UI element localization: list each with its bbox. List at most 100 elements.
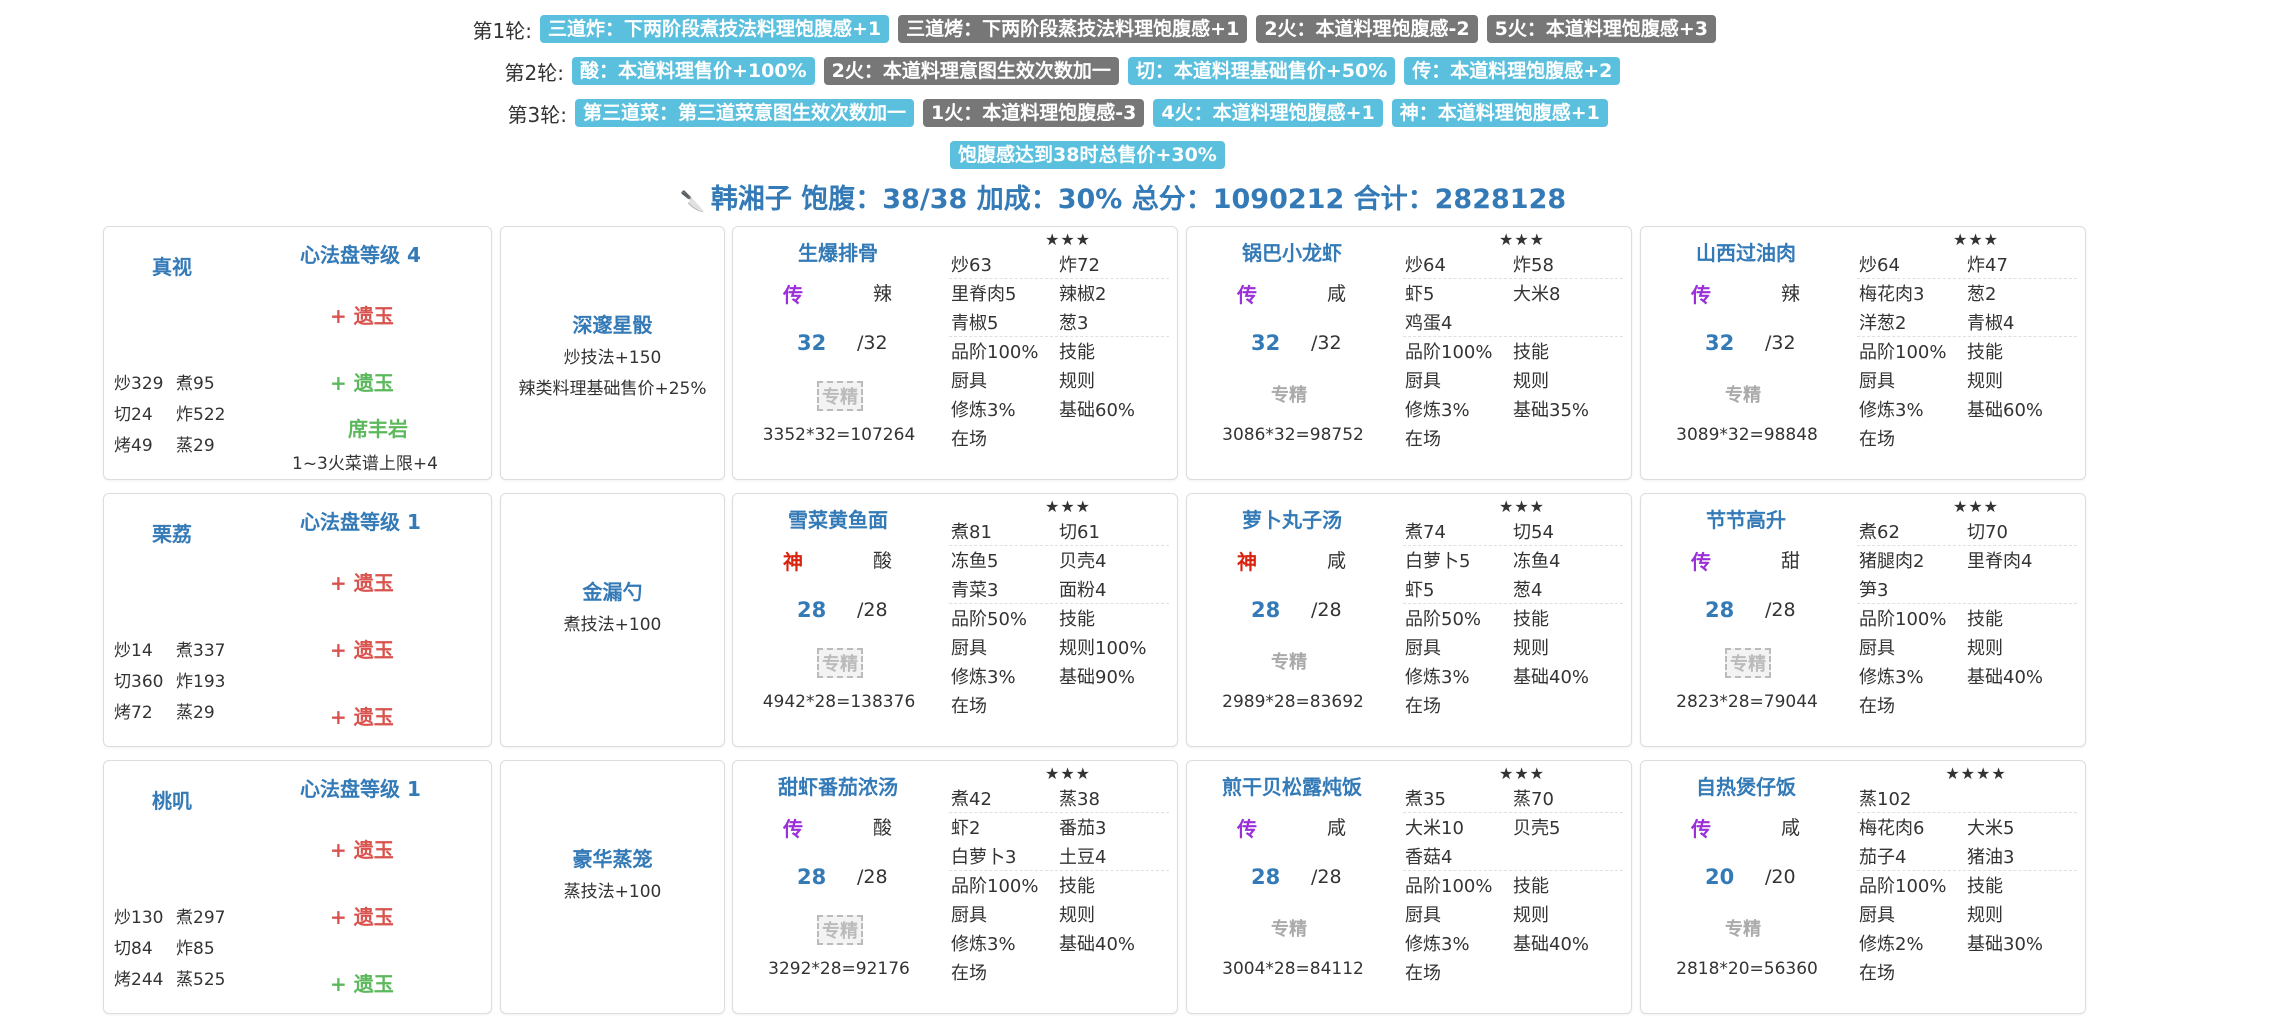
divider <box>1403 278 1623 279</box>
recipe-detail: 青菜3 <box>951 580 999 601</box>
recipe-detail: 葱3 <box>1059 313 1089 334</box>
equip-name[interactable]: 豪华蒸笼 <box>501 843 724 872</box>
specialty-toggle[interactable]: 专精 <box>817 648 863 678</box>
recipe-name[interactable]: 雪菜黄鱼面 <box>733 504 943 533</box>
specialty-toggle[interactable]: 专精 <box>1271 648 1307 674</box>
divider <box>1857 603 2077 604</box>
round-row: 饱腹感达到38时总售价+30% <box>950 140 2274 170</box>
recipe-detail: 厨具 <box>1859 371 1895 392</box>
chef-skill-stat: 切360 <box>114 672 164 692</box>
recipe-name[interactable]: 节节高升 <box>1641 504 1851 533</box>
jade-slot[interactable]: + 遗玉 <box>330 834 394 863</box>
recipe-price-calc: 2823*28=79044 <box>1676 692 1818 712</box>
equip-effect: 蒸技法+100 <box>563 882 662 902</box>
divider <box>1403 812 1623 813</box>
recipe-detail: 切61 <box>1059 522 1100 543</box>
specialty-toggle[interactable]: 专精 <box>817 381 863 411</box>
chef-name[interactable]: 桃叽 <box>152 785 192 814</box>
recipe-detail: 梅花肉3 <box>1859 284 1925 305</box>
recipe-detail: 基础40% <box>1513 667 1590 688</box>
recipe-quantity[interactable]: 32 <box>1251 331 1280 355</box>
recipe-quantity[interactable]: 20 <box>1705 865 1734 889</box>
recipe-detail: 规则 <box>1967 905 2003 926</box>
chef-skill-stat: 炒14 <box>114 641 153 661</box>
recipe-name[interactable]: 甜虾番茄浓汤 <box>733 771 943 800</box>
specialty-toggle[interactable]: 专精 <box>1725 648 1771 678</box>
divider <box>949 278 1169 279</box>
recipe-quantity[interactable]: 28 <box>1251 865 1280 889</box>
recipe-taste: 辣 <box>873 283 893 305</box>
heart-disc-level[interactable]: 心法盘等级 4 <box>300 239 421 268</box>
rarity-stars: ★★★ <box>1498 497 1546 516</box>
recipe-detail: 规则 <box>1513 905 1549 926</box>
recipe-detail: 技能 <box>1967 609 2003 630</box>
recipe-name[interactable]: 生爆排骨 <box>733 237 943 266</box>
recipe-detail: 炸72 <box>1059 255 1100 276</box>
jade-slot[interactable]: + 遗玉 <box>330 701 394 730</box>
recipe-detail: 猪油3 <box>1967 847 2015 868</box>
chef-name[interactable]: 栗荔 <box>152 518 192 547</box>
jade-slot[interactable]: + 遗玉 <box>330 634 394 663</box>
recipe-detail: 在场 <box>1859 696 1895 717</box>
recipe-rarity: 传 <box>1237 817 1257 841</box>
specialty-toggle[interactable]: 专精 <box>817 915 863 945</box>
recipe-name[interactable]: 煎干贝松露炖饭 <box>1187 771 1397 800</box>
recipe-name[interactable]: 萝卜丸子汤 <box>1187 504 1397 533</box>
divider <box>949 603 1169 604</box>
specialty-toggle[interactable]: 专精 <box>1725 915 1761 941</box>
rule-tag: 2火：本道料理饱腹感-2 <box>1256 15 1478 43</box>
recipe-detail: 煮35 <box>1405 789 1446 810</box>
specialty-toggle[interactable]: 专精 <box>1271 381 1307 407</box>
equip-name[interactable]: 深邃星骰 <box>501 309 724 338</box>
recipe-detail: 里脊肉4 <box>1967 551 2033 572</box>
equip-panel: 金漏勺 煮技法+100 <box>500 493 725 747</box>
rule-tag: 神：本道料理饱腹感+1 <box>1391 99 1608 127</box>
jade-slot[interactable]: + 遗玉 <box>330 300 394 329</box>
divider <box>1403 870 1623 871</box>
recipe-quantity[interactable]: 28 <box>797 865 826 889</box>
recipe-detail: 番茄3 <box>1059 818 1107 839</box>
chef-panel: 栗荔 心法盘等级 1 + 遗玉 + 遗玉 + 遗玉 炒14 煮337 切360 炸193 烤72 蒸… <box>103 493 492 747</box>
recipe-detail: 在场 <box>951 963 987 984</box>
recipe-detail: 在场 <box>951 429 987 450</box>
heart-disc-level[interactable]: 心法盘等级 1 <box>300 773 421 802</box>
recipe-name[interactable]: 自热煲仔饭 <box>1641 771 1851 800</box>
recipe-quantity[interactable]: 28 <box>1705 598 1734 622</box>
recipe-detail: 洋葱2 <box>1859 313 1907 334</box>
recipe-rarity: 传 <box>1691 817 1711 841</box>
recipe-quantity[interactable]: 28 <box>1251 598 1280 622</box>
chef-skill-stat: 切24 <box>114 405 153 425</box>
specialty-toggle[interactable]: 专精 <box>1725 381 1761 407</box>
specialty-toggle[interactable]: 专精 <box>1271 915 1307 941</box>
jade-slot[interactable]: + 遗玉 <box>330 567 394 596</box>
jade-slot[interactable]: + 遗玉 <box>330 968 394 997</box>
chef-skill-stat: 煮337 <box>176 641 226 661</box>
recipe-name[interactable]: 山西过油肉 <box>1641 237 1851 266</box>
recipe-quantity[interactable]: 28 <box>797 598 826 622</box>
recipe-panel: 山西过油肉 ★★★ 传 辣 32/32 专精 3089*32=98848 炒64 炸47 梅花肉3… <box>1640 226 2086 480</box>
equip-name[interactable]: 金漏勺 <box>501 576 724 605</box>
recipe-detail: 基础40% <box>1513 934 1590 955</box>
recipe-detail: 笋3 <box>1859 580 1889 601</box>
jade-slot[interactable]: + 遗玉 <box>330 367 394 396</box>
jade-slot[interactable]: + 遗玉 <box>330 901 394 930</box>
recipe-taste: 甜 <box>1781 550 1801 572</box>
rule-tag: 饱腹感达到38时总售价+30% <box>950 141 1225 169</box>
recipe-name[interactable]: 锅巴小龙虾 <box>1187 237 1397 266</box>
heart-disc-level[interactable]: 心法盘等级 1 <box>300 506 421 535</box>
chef-name[interactable]: 真视 <box>152 251 192 280</box>
recipe-quantity[interactable]: 32 <box>797 331 826 355</box>
recipe-detail: 蒸38 <box>1059 789 1100 810</box>
recipe-detail: 切70 <box>1967 522 2008 543</box>
rarity-stars: ★★★ <box>1044 764 1092 783</box>
rule-tag: 4火：本道料理饱腹感+1 <box>1153 99 1383 127</box>
chef-equip-name[interactable]: 席丰岩 <box>348 413 408 442</box>
recipe-panel: 生爆排骨 ★★★ 传 辣 32/32 专精 3352*32=107264 炒63 炸72 里脊肉5… <box>732 226 1178 480</box>
recipe-quantity-max: /32 <box>857 332 888 354</box>
recipe-quantity[interactable]: 32 <box>1705 331 1734 355</box>
recipe-detail: 修炼3% <box>1405 667 1470 688</box>
recipe-detail: 规则 <box>1513 371 1549 392</box>
divider <box>1403 545 1623 546</box>
recipe-quantity-max: /32 <box>1765 332 1796 354</box>
recipe-quantity-max: /28 <box>1311 866 1342 888</box>
